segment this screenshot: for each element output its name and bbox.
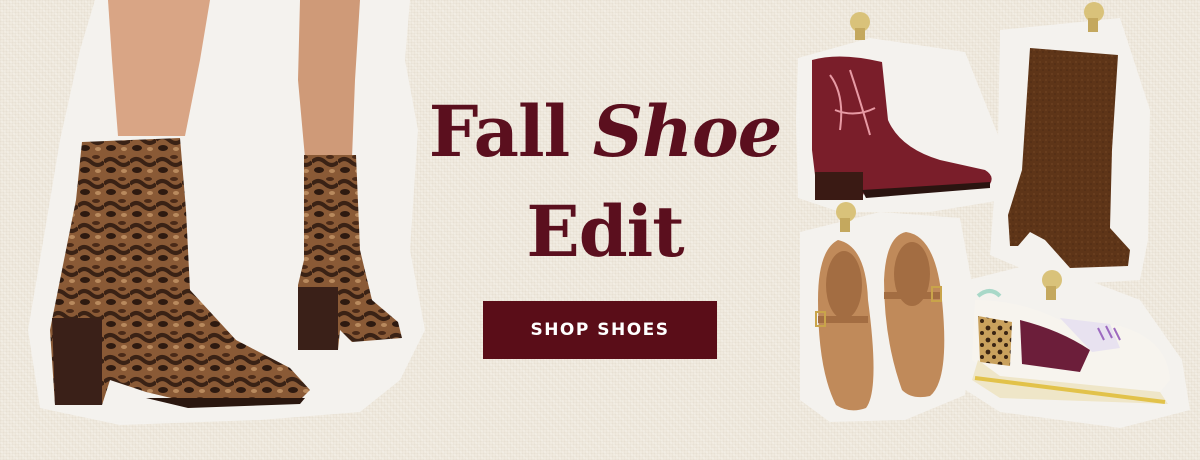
fall-shoe-edit-banner[interactable]: Fall Shoe Edit SHOP SHOES <box>0 0 1200 460</box>
headline-word-shoe: Shoe <box>592 90 783 173</box>
burgundy-western-boot-icon <box>796 12 1002 212</box>
brown-suede-tall-boot-icon <box>990 2 1150 285</box>
shop-shoes-button[interactable]: SHOP SHOES <box>483 301 717 359</box>
snakeskin-ankle-boots-icon <box>28 0 425 425</box>
headline: Fall Shoe Edit <box>395 82 815 282</box>
headline-word-edit: Edit <box>526 190 684 273</box>
tan-mary-jane-flats-icon <box>800 202 975 422</box>
retro-sneaker-icon <box>950 262 1190 428</box>
headline-word-fall: Fall <box>428 90 570 173</box>
headline-line-1: Fall Shoe <box>395 82 815 182</box>
